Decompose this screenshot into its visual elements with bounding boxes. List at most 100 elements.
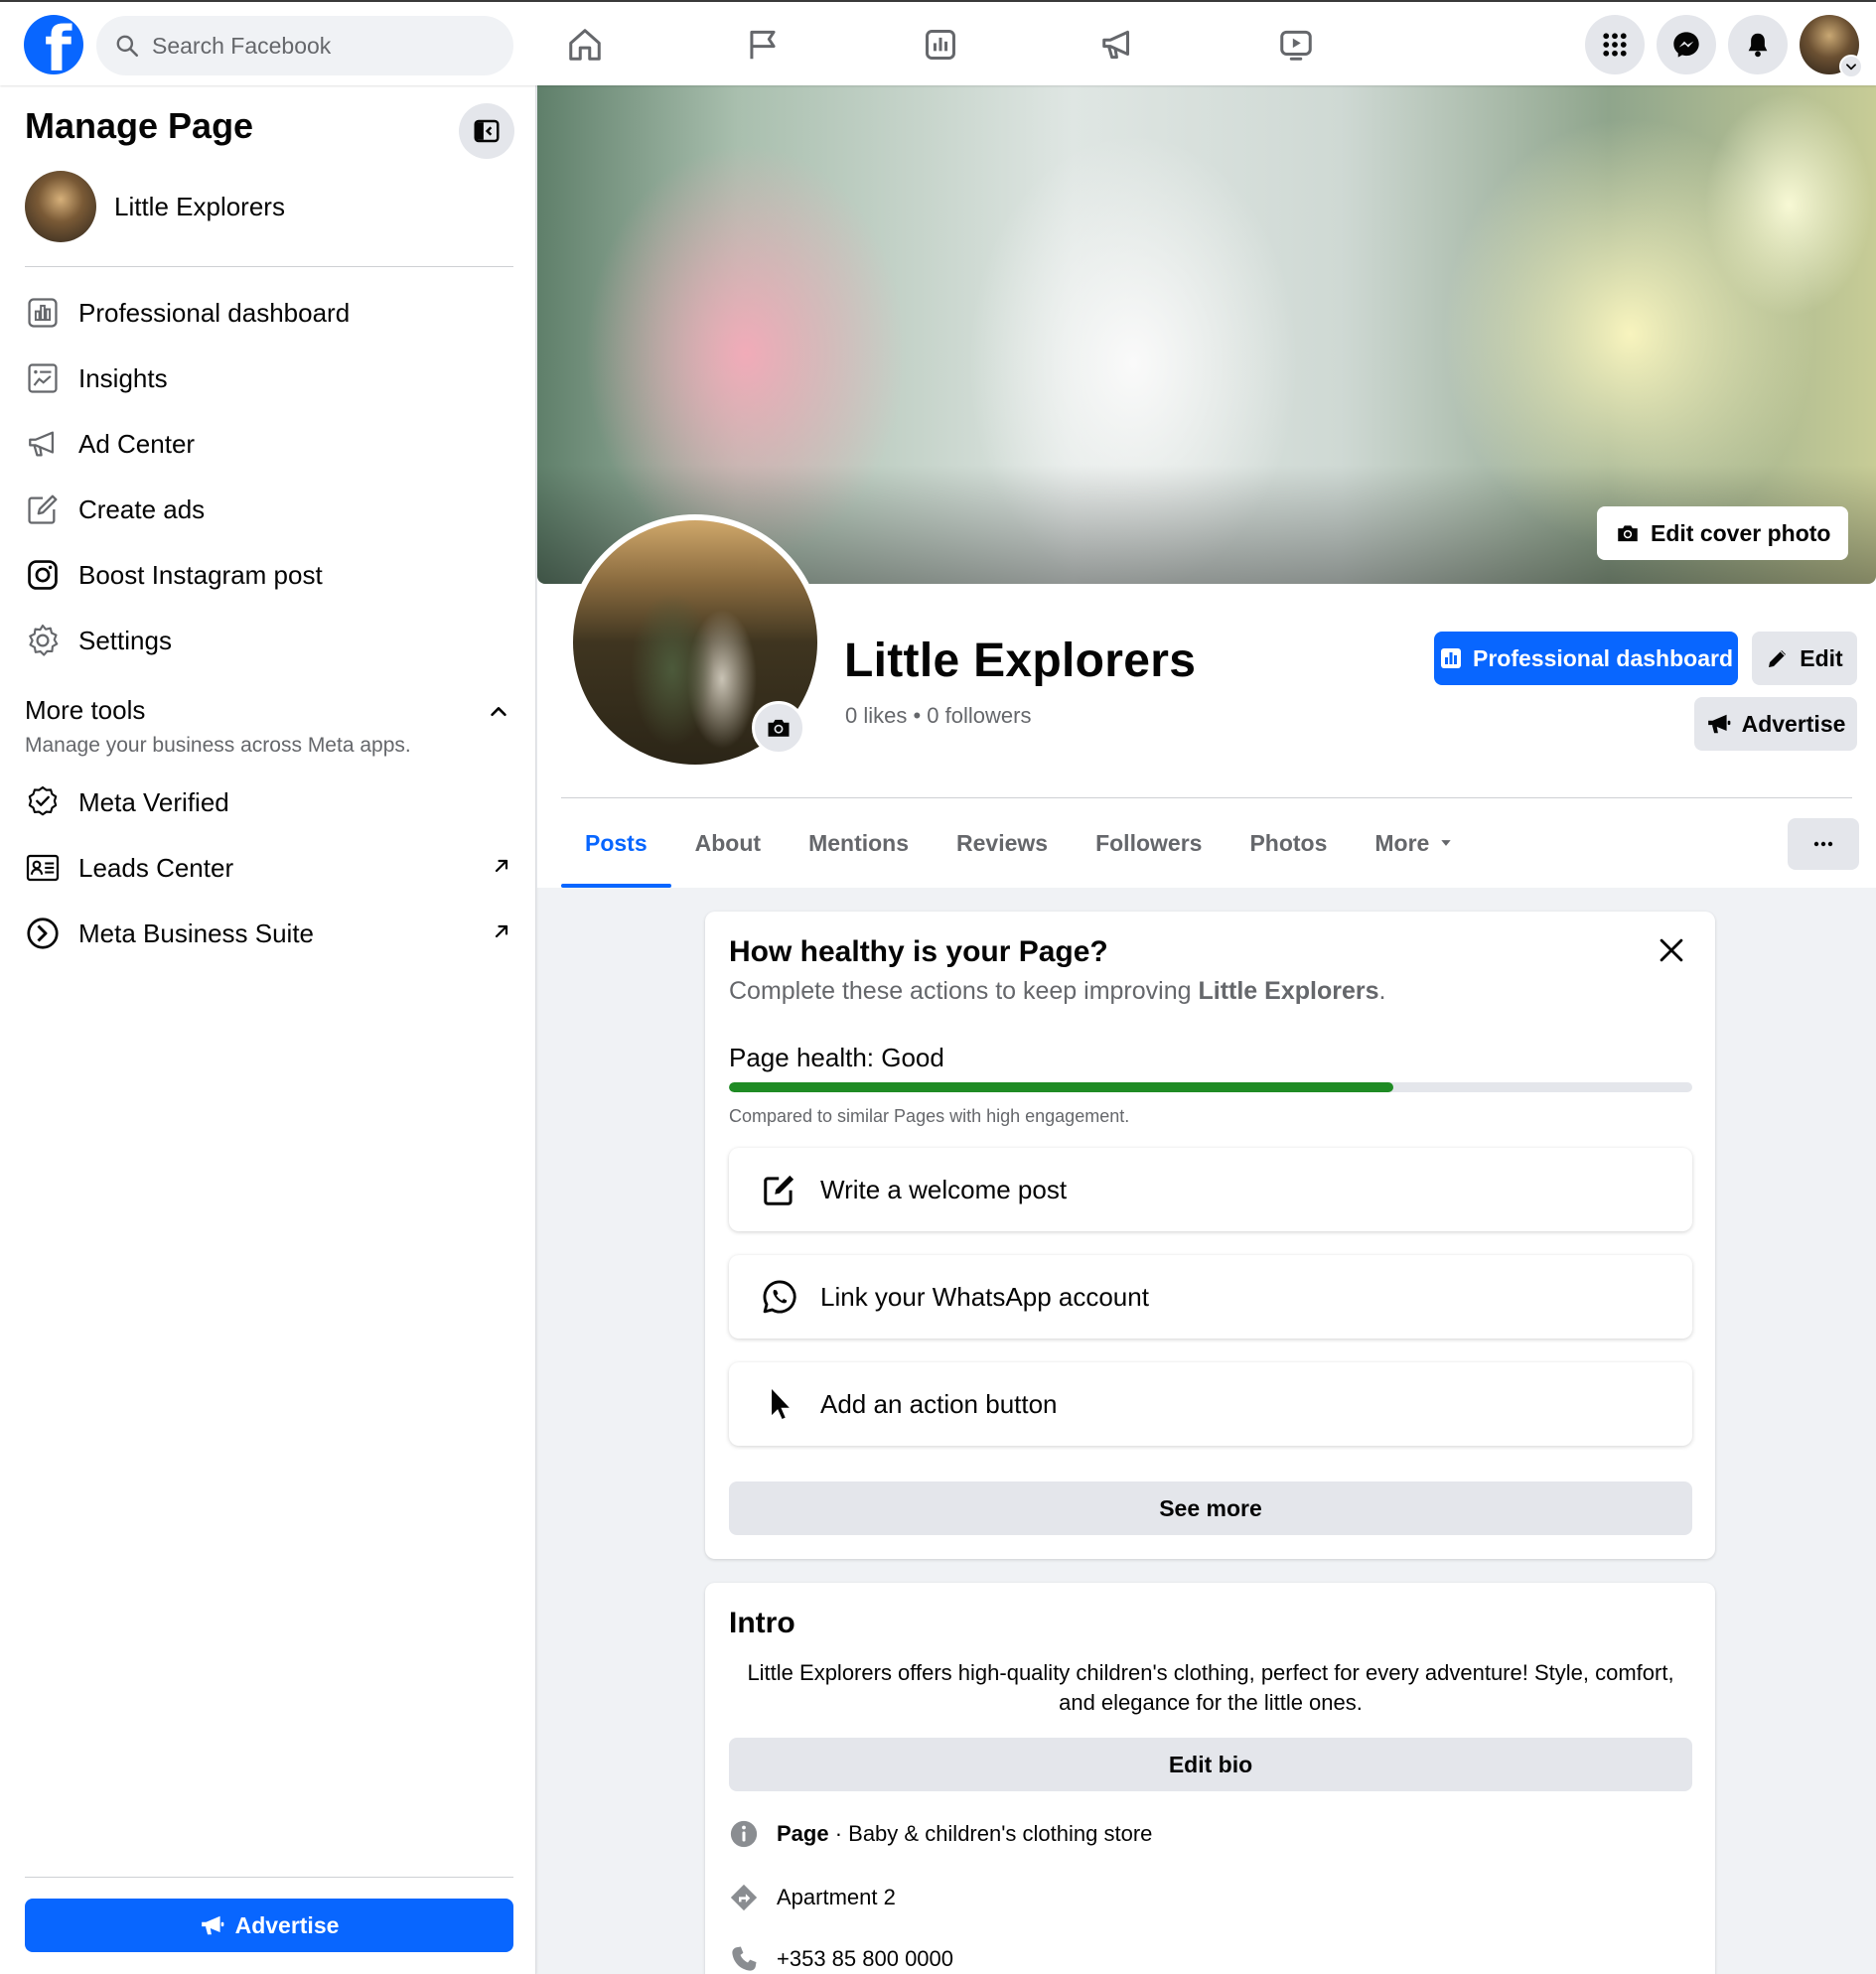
messenger-icon[interactable]	[1657, 15, 1716, 74]
subtitle-page-name: Little Explorers	[1198, 977, 1379, 1005]
tab-label: Reviews	[956, 829, 1049, 856]
top-navigation-bar: f	[0, 0, 1876, 85]
account-avatar[interactable]	[1800, 15, 1863, 78]
sidebar-title: Manage Page	[25, 105, 254, 146]
megaphone-icon[interactable]	[1095, 22, 1141, 68]
home-icon[interactable]	[562, 22, 608, 68]
megaphone-icon	[201, 1915, 223, 1935]
camera-icon	[1618, 525, 1638, 542]
gear-icon	[25, 623, 61, 658]
insights-icon[interactable]	[918, 22, 963, 68]
see-more-button[interactable]: See more	[729, 1481, 1692, 1535]
action-label: Write a welcome post	[820, 1174, 1068, 1204]
tab-posts[interactable]: Posts	[561, 798, 671, 888]
intro-category-row: Page · Baby & children's clothing store	[729, 1819, 1152, 1849]
intro-card: Intro Little Explorers offers high-quali…	[705, 1583, 1715, 1974]
dashboard-icon	[25, 295, 61, 331]
camera-icon	[768, 719, 790, 737]
search-input[interactable]	[152, 32, 490, 60]
tab-about[interactable]: About	[671, 798, 785, 888]
flag-icon[interactable]	[740, 22, 786, 68]
bell-icon[interactable]	[1728, 15, 1788, 74]
page-header: Edit cover photo Little Explorers 0 like…	[537, 85, 1876, 888]
collapse-sidebar-button[interactable]	[459, 103, 514, 159]
page-tabs: Posts About Mentions Reviews Followers P…	[561, 798, 1477, 888]
sidebar-item-label: Boost Instagram post	[78, 559, 323, 590]
add-action-button-action[interactable]: Add an action button	[729, 1362, 1692, 1446]
sidebar-item-meta-verified[interactable]: Meta Verified	[25, 770, 513, 835]
sidebar-item-create-ads[interactable]: Create ads	[25, 477, 513, 542]
update-profile-photo-button[interactable]	[752, 701, 805, 755]
tab-label: Mentions	[808, 829, 910, 856]
instagram-icon	[25, 557, 61, 593]
external-link-icon	[492, 856, 511, 876]
tab-label: About	[694, 829, 762, 856]
search-box[interactable]	[96, 16, 513, 75]
page-health-card: How healthy is your Page? Complete these…	[705, 912, 1715, 1559]
more-tools-subtitle: Manage your business across Meta apps.	[25, 734, 411, 757]
insights-icon	[25, 360, 61, 396]
compose-icon	[761, 1171, 798, 1208]
close-icon[interactable]	[1655, 933, 1688, 967]
sidebar-item-boost-instagram-post[interactable]: Boost Instagram post	[25, 542, 513, 608]
page-health-status: Page health: Good	[729, 1043, 944, 1072]
page-health-title: How healthy is your Page?	[729, 935, 1108, 968]
tab-more[interactable]: More	[1351, 798, 1477, 888]
link-whatsapp-action[interactable]: Link your WhatsApp account	[729, 1255, 1692, 1339]
professional-dashboard-button[interactable]: Professional dashboard	[1434, 632, 1738, 685]
sidebar-menu: Professional dashboard Insights Ad Cente…	[25, 280, 513, 673]
cursor-icon	[761, 1385, 798, 1423]
sidebar-item-label: Professional dashboard	[78, 297, 351, 328]
sidebar-item-ad-center[interactable]: Ad Center	[25, 411, 513, 477]
edit-label: Edit	[1800, 644, 1843, 671]
external-link-icon	[492, 921, 511, 941]
tab-reviews[interactable]: Reviews	[933, 798, 1072, 888]
write-welcome-post-action[interactable]: Write a welcome post	[729, 1148, 1692, 1231]
sidebar-item-professional-dashboard[interactable]: Professional dashboard	[25, 280, 513, 346]
sidebar-item-settings[interactable]: Settings	[25, 608, 513, 673]
more-options-button[interactable]	[1788, 818, 1859, 870]
sidebar-item-meta-business-suite[interactable]: Meta Business Suite	[25, 901, 513, 966]
intro-phone-row: +353 85 800 0000	[729, 1944, 953, 1974]
tab-photos[interactable]: Photos	[1226, 798, 1351, 888]
ellipsis-icon	[1813, 841, 1833, 847]
tab-mentions[interactable]: Mentions	[785, 798, 933, 888]
intro-bio: Little Explorers offers high-quality chi…	[747, 1660, 1674, 1715]
edit-page-button[interactable]: Edit	[1752, 632, 1857, 685]
sidebar-item-label: Ad Center	[78, 428, 196, 459]
category-name: · Baby & children's clothing store	[828, 1821, 1153, 1846]
sidebar-advertise-button[interactable]: Advertise	[25, 1899, 513, 1952]
cover-photo[interactable]: Edit cover photo	[537, 85, 1876, 584]
sidebar-item-insights[interactable]: Insights	[25, 346, 513, 411]
sidebar-collapse-icon	[474, 119, 500, 143]
tab-label: More	[1374, 829, 1430, 856]
dashboard-icon	[1440, 648, 1461, 668]
professional-dashboard-label: Professional dashboard	[1472, 644, 1733, 671]
tab-followers[interactable]: Followers	[1072, 798, 1226, 888]
sidebar-page-name: Little Explorers	[114, 191, 285, 221]
tab-label: Followers	[1095, 829, 1203, 856]
divider	[25, 266, 513, 267]
tab-label: Posts	[585, 829, 648, 856]
action-label: Add an action button	[820, 1388, 1058, 1419]
edit-icon	[25, 492, 61, 527]
edit-cover-photo-button[interactable]: Edit cover photo	[1597, 506, 1849, 560]
advertise-button[interactable]: Advertise	[1694, 697, 1857, 751]
chevron-down-icon[interactable]	[1839, 55, 1863, 78]
sidebar-item-label: Create ads	[78, 494, 206, 524]
menu-grid-icon[interactable]	[1585, 15, 1645, 74]
intro-title: Intro	[729, 1607, 795, 1639]
video-icon[interactable]	[1273, 22, 1319, 68]
sidebar-page-switcher[interactable]: Little Explorers	[25, 171, 285, 242]
facebook-logo[interactable]: f	[24, 15, 83, 80]
page-stats: 0 likes • 0 followers	[845, 703, 1032, 728]
more-tools-section[interactable]: More tools Manage your business across M…	[25, 695, 513, 758]
sidebar-item-label: Settings	[78, 625, 172, 655]
intro-address-row: Apartment 2	[729, 1883, 896, 1912]
tab-label: Photos	[1249, 829, 1328, 856]
edit-bio-button[interactable]: Edit bio	[729, 1738, 1692, 1791]
caret-down-icon	[1439, 836, 1453, 850]
megaphone-icon	[25, 426, 61, 462]
chevron-up-icon[interactable]	[488, 701, 509, 723]
sidebar-item-leads-center[interactable]: Leads Center	[25, 835, 513, 901]
